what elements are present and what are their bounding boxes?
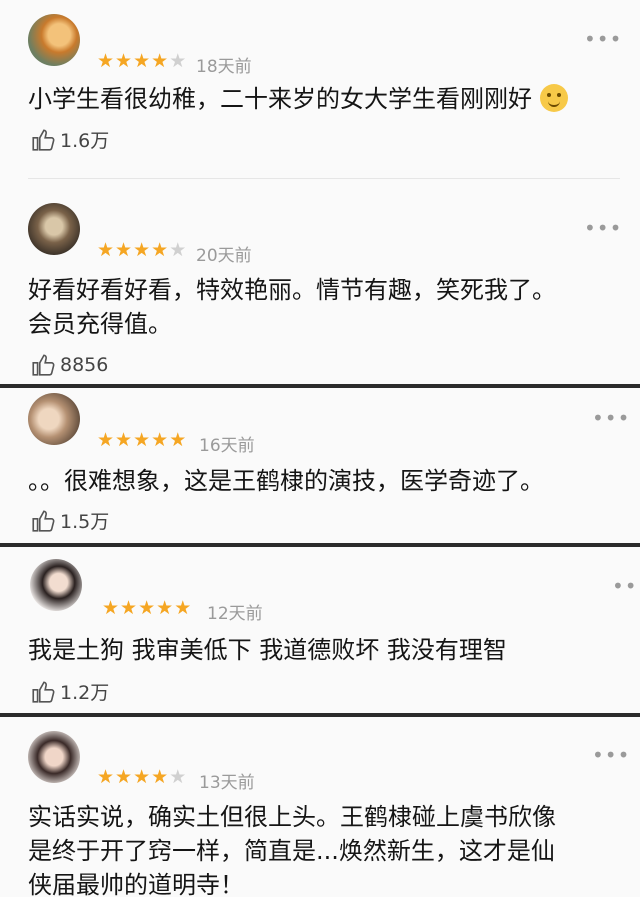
star-icon: ★ — [133, 766, 151, 788]
timestamp: 12天前 — [207, 604, 263, 624]
more-dots-icon[interactable]: ••• — [592, 408, 630, 428]
star-icon: ★ — [133, 50, 151, 72]
star-icon: ★ — [115, 429, 133, 451]
avatar[interactable] — [28, 14, 80, 66]
like-count: 1.2万 — [60, 682, 110, 704]
comment-text-line: 是终于开了窍一样，简直是...焕然新生，这才是仙 — [28, 837, 555, 865]
star-icon: ★ — [97, 239, 115, 261]
more-dots-icon[interactable]: ••• — [592, 745, 630, 765]
like-count: 1.5万 — [60, 511, 110, 533]
star-icon: ★ — [151, 429, 169, 451]
timestamp: 20天前 — [196, 246, 252, 266]
rating-stars: ★ ★ ★ ★ ★ — [97, 240, 186, 260]
star-icon: ★ — [133, 429, 151, 451]
thumbs-up-icon — [32, 354, 55, 376]
star-icon: ★ — [169, 429, 187, 451]
comment-text-content: 我是土狗 我审美低下 我道德败坏 我没有理智 — [28, 636, 507, 664]
star-icon: ★ — [115, 239, 133, 261]
comment-text-line: 好看好看好看，特效艳丽。情节有趣，笑死我了。 — [28, 276, 556, 304]
comment-text-content: 小学生看很幼稚，二十来岁的女大学生看刚刚好 — [28, 85, 532, 113]
comment-card: ★★★★★ 12天前 ••• 我是土狗 我审美低下 我道德败坏 我没有理智 1.… — [0, 547, 640, 713]
star-icon: ★ — [97, 50, 115, 72]
comment-text: 我是土狗 我审美低下 我道德败坏 我没有理智 — [28, 633, 616, 667]
more-dots-icon[interactable]: ••• — [584, 29, 622, 49]
thumbs-up-icon — [32, 509, 55, 532]
divider — [28, 178, 620, 179]
comment-text: 小学生看很幼稚，二十来岁的女大学生看刚刚好 — [28, 82, 616, 116]
star-icon: ★ — [102, 597, 120, 619]
star-icon: ★ — [115, 766, 133, 788]
star-icon: ★ — [97, 766, 115, 788]
more-dots-icon[interactable]: ••• — [612, 576, 640, 596]
comment-text-line: 会员充得值。 — [28, 310, 172, 338]
comment-text-content: 。。很难想象，这是王鹤棣的演技，医学奇迹了。 — [28, 467, 544, 495]
star-icon: ★ — [115, 50, 133, 72]
comment-card: ★ ★ ★ ★ ★ 13天前 ••• 实话实说，确实土但很上头。王鹤棣碰上虞书欣像 是终… — [0, 717, 640, 897]
star-icon: ★ — [169, 239, 187, 261]
timestamp: 13天前 — [199, 773, 255, 793]
star-icon: ★ — [120, 597, 138, 619]
timestamp: 18天前 — [196, 57, 252, 77]
comment-card: ★ ★ ★ ★ ★ 16天前 ••• 。。很难想象，这是王鹤棣的演技，医学奇迹了。 1.… — [0, 388, 640, 543]
comment-text-line: 侠届最帅的道明寺！ — [28, 871, 244, 897]
star-icon: ★ — [169, 766, 187, 788]
rating-stars: ★ ★ ★ ★ ★ — [97, 51, 186, 71]
comment-text: 实话实说，确实土但很上头。王鹤棣碰上虞书欣像 是终于开了窍一样，简直是...焕然… — [28, 800, 616, 897]
avatar[interactable] — [28, 393, 80, 445]
like-button[interactable]: 1.6万 — [30, 126, 109, 153]
like-button[interactable]: 8856 — [30, 352, 108, 378]
star-icon: ★ — [138, 597, 156, 619]
star-icon: ★ — [151, 239, 169, 261]
hand-over-mouth-emoji-icon — [539, 84, 568, 112]
like-button[interactable]: 1.5万 — [30, 507, 109, 534]
like-count: 1.6万 — [60, 130, 110, 152]
star-icon: ★ — [151, 766, 169, 788]
comment-card: ★ ★ ★ ★ ★ 18天前 ••• 小学生看很幼稚，二十来岁的女大学生看刚刚好 1.6… — [0, 0, 640, 384]
timestamp: 16天前 — [199, 436, 255, 456]
thumbs-up-icon — [32, 128, 55, 151]
like-button[interactable]: 1.2万 — [30, 678, 109, 705]
like-count: 8856 — [60, 354, 109, 376]
star-icon: ★ — [174, 597, 192, 619]
star-icon: ★ — [133, 239, 151, 261]
star-icon: ★ — [156, 597, 174, 619]
avatar[interactable] — [28, 203, 80, 255]
comment-text-line: 实话实说，确实土但很上头。王鹤棣碰上虞书欣像 — [28, 803, 556, 831]
rating-stars: ★ ★ ★ ★ ★ — [102, 598, 191, 618]
star-icon: ★ — [169, 50, 187, 72]
more-dots-icon[interactable]: ••• — [584, 218, 622, 238]
comment-text: 好看好看好看，特效艳丽。情节有趣，笑死我了。 会员充得值。 — [28, 273, 616, 341]
rating-stars: ★ ★ ★ ★ ★ — [97, 430, 186, 450]
avatar[interactable] — [28, 731, 80, 783]
thumbs-up-icon — [32, 680, 55, 703]
avatar[interactable] — [30, 559, 82, 611]
comment-text: 。。很难想象，这是王鹤棣的演技，医学奇迹了。 — [28, 464, 616, 498]
star-icon: ★ — [151, 50, 169, 72]
rating-stars: ★ ★ ★ ★ ★ — [97, 767, 186, 787]
star-icon: ★ — [97, 429, 115, 451]
